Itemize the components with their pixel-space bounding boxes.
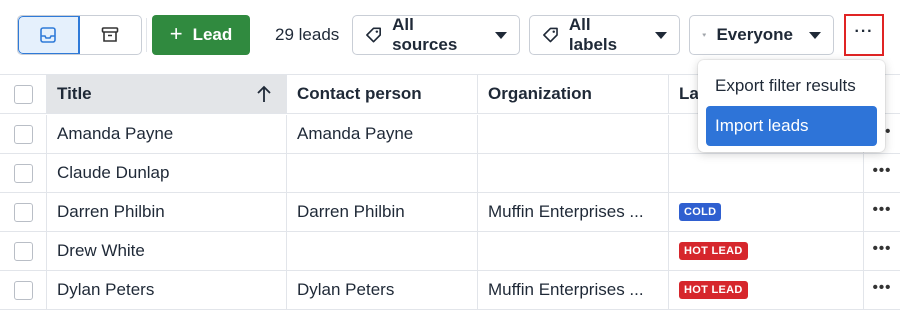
row-actions-icon[interactable]: •••: [873, 162, 892, 179]
cell-labels[interactable]: HOT LEAD: [669, 271, 864, 309]
add-lead-label: Lead: [192, 25, 233, 44]
cell-title[interactable]: Drew White: [47, 232, 287, 270]
cell-labels[interactable]: [669, 154, 864, 192]
select-all-cell: [0, 75, 47, 113]
cell-title-text: Claude Dunlap: [57, 163, 170, 182]
cell-title-text: Drew White: [57, 241, 145, 260]
label-badge: COLD: [679, 203, 722, 221]
archive-view-button[interactable]: [80, 16, 142, 54]
cell-contact-text: Darren Philbin: [297, 202, 405, 221]
select-all-checkbox[interactable]: [13, 84, 33, 104]
cell-contact-text: Dylan Peters: [297, 280, 395, 299]
more-actions-button[interactable]: ···: [844, 14, 884, 56]
cell-title-text: Darren Philbin: [57, 202, 165, 221]
row-select-cell: [0, 271, 47, 309]
chevron-down-icon: [655, 31, 667, 39]
cell-title-text: Dylan Peters: [57, 280, 155, 299]
inbox-icon: [40, 27, 57, 43]
cell-organization[interactable]: [478, 115, 669, 153]
column-header-title-label: Title: [57, 84, 92, 103]
cell-contact[interactable]: Dylan Peters: [287, 271, 478, 309]
row-actions-cell: •••: [864, 154, 900, 192]
cell-organization-text: Muffin Enterprises ...: [488, 280, 644, 299]
column-header-organization-label: Organization: [488, 84, 592, 103]
filter-icon: [702, 33, 706, 37]
cell-contact[interactable]: Amanda Payne: [287, 115, 478, 153]
row-checkbox[interactable]: [13, 280, 33, 300]
tag-icon: [366, 27, 381, 43]
row-actions-icon[interactable]: •••: [873, 201, 892, 218]
sort-ascending-icon[interactable]: [256, 84, 272, 104]
column-header-contact-label: Contact person: [297, 84, 422, 103]
cell-organization-text: Muffin Enterprises ...: [488, 202, 644, 221]
chevron-down-icon: [495, 31, 507, 39]
sources-filter[interactable]: All sources: [352, 15, 520, 55]
cell-organization[interactable]: Muffin Enterprises ...: [478, 193, 669, 231]
lead-count: 29 leads: [275, 25, 340, 44]
table-row[interactable]: Drew White HOT LEAD •••: [0, 232, 900, 271]
row-select-cell: [0, 232, 47, 270]
chevron-down-icon: [809, 31, 821, 39]
row-actions-cell: •••: [864, 193, 900, 231]
cell-contact-text: Amanda Payne: [297, 124, 414, 143]
toolbar-divider: [146, 18, 147, 52]
cell-title[interactable]: Darren Philbin: [47, 193, 287, 231]
cell-labels[interactable]: COLD: [669, 193, 864, 231]
row-select-cell: [0, 115, 47, 153]
row-select-cell: [0, 154, 47, 192]
cell-organization[interactable]: Muffin Enterprises ...: [478, 271, 669, 309]
cell-contact[interactable]: [287, 232, 478, 270]
row-select-cell: [0, 193, 47, 231]
row-checkbox[interactable]: [13, 163, 33, 183]
tag-icon: [543, 27, 558, 43]
plus-icon: +: [169, 21, 183, 46]
column-header-organization[interactable]: Organization: [478, 75, 669, 113]
cell-organization[interactable]: [478, 232, 669, 270]
column-header-title[interactable]: Title: [47, 75, 287, 113]
menu-item-import-leads[interactable]: Import leads: [706, 106, 877, 146]
view-switcher: [17, 15, 142, 55]
cell-title[interactable]: Claude Dunlap: [47, 154, 287, 192]
label-badge: HOT LEAD: [679, 281, 748, 299]
owner-filter-label: Everyone: [716, 25, 793, 44]
column-header-contact[interactable]: Contact person: [287, 75, 478, 113]
more-actions-menu: Export filter results Import leads: [698, 60, 885, 152]
sources-filter-label: All sources: [392, 15, 458, 54]
cell-title[interactable]: Dylan Peters: [47, 271, 287, 309]
archive-icon: [101, 27, 119, 42]
row-checkbox[interactable]: [13, 241, 33, 261]
row-actions-cell: •••: [864, 232, 900, 270]
row-checkbox[interactable]: [13, 202, 33, 222]
label-badge: HOT LEAD: [679, 242, 748, 260]
cell-contact[interactable]: Darren Philbin: [287, 193, 478, 231]
row-actions-icon[interactable]: •••: [873, 240, 892, 257]
cell-contact[interactable]: [287, 154, 478, 192]
cell-title-text: Amanda Payne: [57, 124, 174, 143]
row-actions-icon[interactable]: •••: [873, 279, 892, 296]
table-row[interactable]: Darren Philbin Darren Philbin Muffin Ent…: [0, 193, 900, 232]
row-checkbox[interactable]: [13, 124, 33, 144]
inbox-view-button[interactable]: [18, 16, 80, 54]
table-row[interactable]: Dylan Peters Dylan Peters Muffin Enterpr…: [0, 271, 900, 310]
add-lead-button[interactable]: + Lead: [152, 15, 250, 55]
cell-title[interactable]: Amanda Payne: [47, 115, 287, 153]
column-header-labels-label: La: [679, 84, 699, 103]
more-dots-icon: ···: [854, 23, 874, 40]
cell-labels[interactable]: HOT LEAD: [669, 232, 864, 270]
owner-filter[interactable]: Everyone: [689, 15, 834, 55]
table-row[interactable]: Claude Dunlap •••: [0, 154, 900, 193]
row-actions-cell: •••: [864, 271, 900, 309]
labels-filter-label: All labels: [568, 15, 618, 54]
menu-item-export-filter-results[interactable]: Export filter results: [706, 66, 877, 106]
cell-organization[interactable]: [478, 154, 669, 192]
labels-filter[interactable]: All labels: [529, 15, 680, 55]
